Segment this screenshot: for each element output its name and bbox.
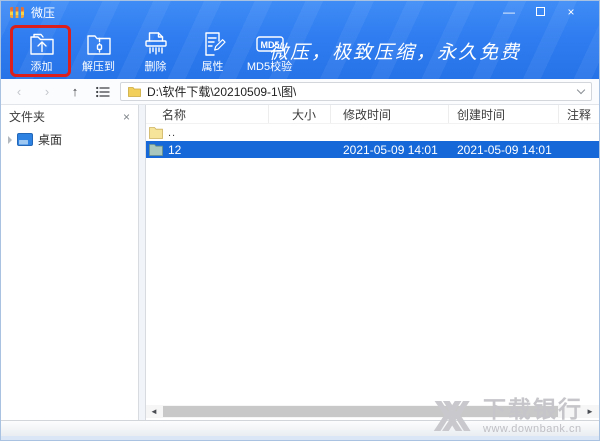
address-path-text: D:\软件下载\20210509-1\图\ <box>147 85 297 99</box>
file-created-time: 2021-05-09 14:01 <box>457 142 552 157</box>
up-button[interactable]: ↑ <box>64 82 86 102</box>
column-header-size[interactable]: 大小 <box>269 105 331 123</box>
window-bottom-edge <box>1 436 599 440</box>
extract-icon <box>84 29 114 59</box>
address-bar: ‹ › ↑ D:\软件下载\20210509-1\图\ <box>1 79 599 105</box>
sidebar-title: 文件夹 <box>9 110 46 124</box>
window-controls: — × <box>503 6 591 18</box>
column-header-name[interactable]: 名称 <box>146 105 269 123</box>
maximize-button[interactable] <box>534 6 546 18</box>
column-header-comment[interactable]: 注释 <box>559 105 599 123</box>
toolbar: 添加 解压到 删除 属性 MD5 MD5校验 微压，极致压缩，永久免费 <box>1 23 599 79</box>
header-area: 微压 — × 添加 解压到 删除 属性 MD5 MD5校验 微压，极致压缩，永久… <box>1 1 599 79</box>
list-column-headers: 名称 大小 修改时间 创建时间 注释 <box>146 105 599 124</box>
brand-slogan: 微压，极致压缩，永久免费 <box>268 42 521 64</box>
app-window: 微压 — × 添加 解压到 删除 属性 MD5 MD5校验 微压，极致压缩，永久… <box>0 0 600 441</box>
expander-icon[interactable] <box>8 135 12 144</box>
forward-button[interactable]: › <box>36 82 58 102</box>
folder-icon <box>149 143 163 156</box>
column-header-modified[interactable]: 修改时间 <box>331 105 449 123</box>
add-archive-icon <box>27 29 57 59</box>
file-list: 名称 大小 修改时间 创建时间 注释 .. 12 2021-05-09 14:0… <box>145 105 599 420</box>
properties-button[interactable]: 属性 <box>184 25 241 77</box>
back-button[interactable]: ‹ <box>8 82 30 102</box>
main-area: 文件夹 × 桌面 名称 大小 修改时间 创建时间 注释 .. 12 2021-0… <box>1 105 599 420</box>
properties-icon <box>198 29 228 59</box>
table-row-selected[interactable]: 12 2021-05-09 14:01 2021-05-09 14:01 <box>146 141 599 158</box>
app-logo-icon <box>10 6 24 18</box>
chevron-down-icon[interactable] <box>576 85 586 94</box>
column-header-created[interactable]: 创建时间 <box>449 105 559 123</box>
file-name: .. <box>168 126 177 139</box>
sidebar-header: 文件夹 × <box>1 105 138 128</box>
site-watermark: XX 下载银行 www.downbank.cn <box>433 391 583 441</box>
file-modified-time: 2021-05-09 14:01 <box>343 142 438 157</box>
sidebar-item-label: 桌面 <box>38 133 63 147</box>
folder-icon <box>128 87 141 97</box>
toolbar-label: 解压到 <box>82 61 115 73</box>
extract-button[interactable]: 解压到 <box>70 25 127 77</box>
add-button[interactable]: 添加 <box>13 25 70 77</box>
folders-sidebar: 文件夹 × 桌面 <box>1 105 139 420</box>
file-name: 12 <box>168 142 182 157</box>
shredder-icon <box>141 29 171 59</box>
toolbar-label: 删除 <box>144 61 167 73</box>
close-button[interactable]: × <box>565 6 577 18</box>
toolbar-label: 属性 <box>201 61 224 73</box>
view-mode-button[interactable] <box>92 82 114 102</box>
table-row-parent-dir[interactable]: .. <box>146 124 599 141</box>
downbank-logo: XX <box>433 391 470 441</box>
watermark-title: 下载银行 <box>483 395 583 422</box>
scroll-right-icon[interactable]: ► <box>583 405 597 418</box>
toolbar-label: 添加 <box>30 61 53 73</box>
address-path-input[interactable]: D:\软件下载\20210509-1\图\ <box>120 82 592 101</box>
list-view-icon <box>96 86 110 97</box>
sidebar-close-button[interactable]: × <box>123 110 130 124</box>
title-bar: 微压 — × <box>1 1 599 23</box>
desktop-icon <box>17 133 33 146</box>
sidebar-item-desktop[interactable]: 桌面 <box>1 128 138 148</box>
scroll-left-icon[interactable]: ◄ <box>147 405 161 418</box>
delete-button[interactable]: 删除 <box>127 25 184 77</box>
watermark-url: www.downbank.cn <box>483 422 582 435</box>
minimize-button[interactable]: — <box>503 6 515 18</box>
window-title: 微压 <box>31 5 56 20</box>
folder-up-icon <box>149 126 163 139</box>
maximize-icon <box>535 7 545 16</box>
